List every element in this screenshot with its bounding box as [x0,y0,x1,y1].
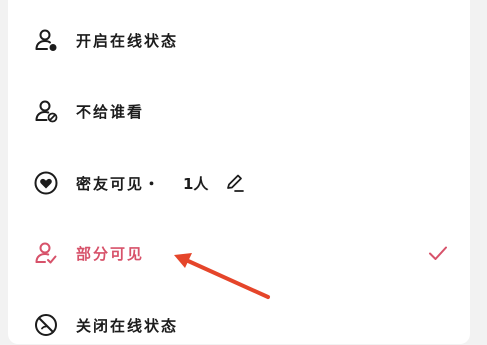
menu-item-label: 部分可见 [76,244,145,263]
menu-item-label: 关闭在线状态 [76,316,179,335]
offline-circle-icon [32,311,60,339]
user-blocked-icon [32,97,60,125]
menu-item-label: 不给谁看 [76,102,145,121]
user-online-icon [32,26,60,54]
menu-item-label: 密友可见・ [76,174,162,193]
menu-item-label: 开启在线状态 [76,31,179,50]
menu-item-disable-online-status[interactable]: 关闭在线状态 [8,305,470,345]
close-friends-count: 1人 [183,174,209,193]
pencil-icon[interactable] [223,171,247,195]
user-check-icon [32,239,60,267]
menu-item-enable-online-status[interactable]: 开启在线状态 [8,20,470,60]
heart-circle-icon [32,169,60,197]
privacy-options-sheet: 开启在线状态 不给谁看 密友可见・ 1人 部分可见 关闭在线状态 [8,0,470,344]
checkmark-icon [426,241,450,265]
menu-item-hide-from[interactable]: 不给谁看 [8,91,470,131]
menu-item-partially-visible[interactable]: 部分可见 [8,233,470,273]
menu-item-close-friends-visible[interactable]: 密友可见・ 1人 [8,163,470,203]
